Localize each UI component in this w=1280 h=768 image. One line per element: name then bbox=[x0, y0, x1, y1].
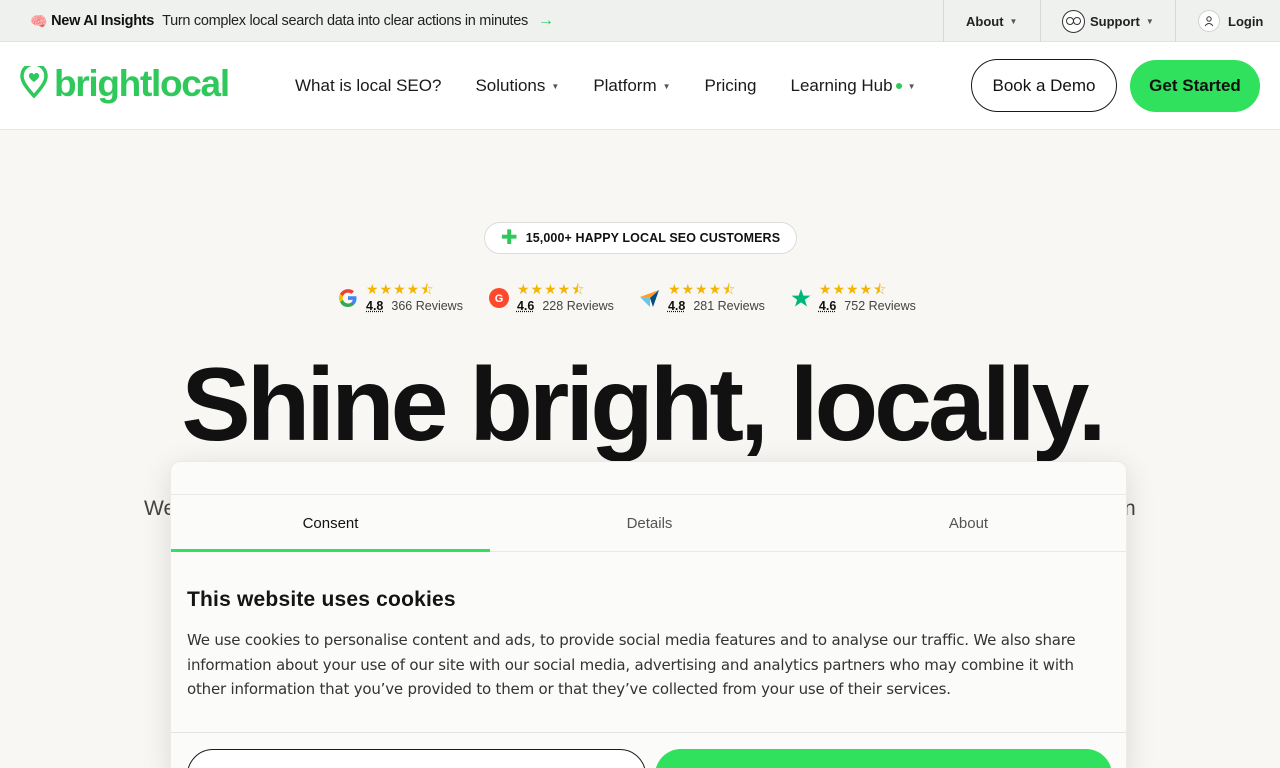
star-rating: ★★★★⯪ bbox=[818, 281, 888, 297]
chevron-down-icon: ▼ bbox=[551, 81, 560, 91]
rating-capterra[interactable]: ★★★★⯪ 4.8 281 Reviews bbox=[638, 281, 765, 315]
announcement-title: New AI Insights bbox=[51, 13, 155, 29]
chevron-down-icon: ▼ bbox=[1145, 16, 1154, 26]
customers-badge-text: 15,000+ HAPPY LOCAL SEO CUSTOMERS bbox=[525, 231, 781, 245]
nav-platform[interactable]: Platform ▼ bbox=[593, 76, 670, 96]
cookie-secondary-button[interactable] bbox=[187, 749, 646, 768]
rating-score: 4.8 bbox=[667, 299, 686, 313]
divider bbox=[171, 732, 1126, 733]
cookie-title: This website uses cookies bbox=[187, 588, 456, 611]
star-rating: ★★★★⯪ bbox=[516, 281, 586, 297]
chevron-down-icon: ▼ bbox=[662, 81, 671, 91]
topnav-login[interactable]: Login bbox=[1175, 0, 1280, 42]
review-count: 752 Reviews bbox=[844, 299, 916, 313]
chevron-down-icon: ▼ bbox=[1009, 16, 1018, 26]
rating-google[interactable]: ★★★★⯪ 4.8 366 Reviews bbox=[336, 281, 463, 315]
announcement-message: Turn complex local search data into clea… bbox=[162, 13, 528, 29]
tab-details[interactable]: Details bbox=[490, 495, 809, 551]
cookie-consent-dialog: Consent Details About This website uses … bbox=[170, 461, 1127, 768]
cookie-tabs: Consent Details About bbox=[171, 494, 1126, 552]
nav-pricing[interactable]: Pricing bbox=[705, 76, 757, 96]
rating-trustpilot[interactable]: ★★★★⯪ 4.6 752 Reviews bbox=[789, 281, 916, 315]
svg-text:G: G bbox=[495, 293, 504, 305]
rating-score: 4.6 bbox=[516, 299, 535, 313]
tab-about[interactable]: About bbox=[809, 495, 1126, 551]
nav-what-is-local-seo[interactable]: What is local SEO? bbox=[295, 76, 441, 96]
logo-wordmark: brightlocal bbox=[54, 63, 230, 104]
nav-label: What is local SEO? bbox=[295, 76, 442, 95]
nav-label: Learning Hub bbox=[790, 76, 893, 95]
nav-label: Solutions bbox=[475, 76, 546, 95]
announcement-bar: 🧠 New AI Insights Turn complex local sea… bbox=[0, 0, 1280, 42]
review-count: 366 Reviews bbox=[391, 299, 463, 313]
star-rating: ★★★★⯪ bbox=[366, 281, 435, 297]
topnav-support[interactable]: Support ▼ bbox=[1040, 0, 1175, 42]
get-started-button[interactable]: Get Started bbox=[1130, 60, 1260, 112]
google-icon bbox=[336, 286, 360, 310]
main-header: brightlocal What is local SEO? Solutions… bbox=[0, 42, 1280, 130]
topnav-about-label: About bbox=[966, 13, 1004, 29]
nav-solutions[interactable]: Solutions ▼ bbox=[475, 76, 559, 96]
star-rating: ★★★★⯪ bbox=[667, 281, 737, 297]
nav-label: Platform bbox=[593, 76, 657, 95]
topnav-about[interactable]: About ▼ bbox=[943, 0, 1040, 42]
user-icon bbox=[1198, 10, 1220, 32]
owl-mascot-icon bbox=[1062, 9, 1085, 33]
map-pin-heart-icon bbox=[20, 61, 48, 103]
arrow-right-icon: → bbox=[537, 12, 554, 29]
review-count: 228 Reviews bbox=[542, 299, 614, 313]
topnav-support-label: Support bbox=[1090, 13, 1140, 29]
main-nav: What is local SEO? Solutions ▼ Platform … bbox=[295, 42, 950, 130]
nav-learning-hub[interactable]: Learning Hub ▼ bbox=[791, 76, 916, 96]
trustpilot-icon bbox=[789, 286, 813, 310]
review-count: 281 Reviews bbox=[693, 299, 765, 313]
cookie-body-text: We use cookies to personalise content an… bbox=[187, 631, 1076, 698]
rating-score: 4.6 bbox=[818, 299, 837, 313]
brain-icon: 🧠 bbox=[30, 12, 48, 29]
hero-headline: Shine bright, locally. bbox=[181, 347, 1106, 463]
capterra-icon bbox=[638, 286, 662, 310]
brightlocal-logo[interactable]: brightlocal bbox=[20, 61, 230, 104]
rating-g2[interactable]: G ★★★★⯪ 4.6 228 Reviews bbox=[487, 281, 614, 315]
nav-label: Pricing bbox=[704, 76, 757, 95]
review-ratings: ★★★★⯪ 4.8 366 Reviews G ★★★★⯪ 4.6 228 Revi… bbox=[336, 278, 916, 318]
chevron-down-icon: ▼ bbox=[907, 81, 916, 91]
announcement-link[interactable]: 🧠 New AI Insights Turn complex local sea… bbox=[30, 0, 554, 42]
cookie-primary-button[interactable] bbox=[655, 749, 1112, 768]
rating-score: 4.8 bbox=[366, 299, 384, 313]
topnav-login-label: Login bbox=[1228, 13, 1264, 29]
book-demo-button[interactable]: Book a Demo bbox=[971, 59, 1117, 112]
customers-badge: ✚ 15,000+ HAPPY LOCAL SEO CUSTOMERS bbox=[484, 222, 797, 254]
new-indicator-dot bbox=[895, 83, 902, 89]
sparkle-icon: ✚ bbox=[500, 227, 518, 249]
g2-icon: G bbox=[487, 286, 511, 310]
tab-consent[interactable]: Consent bbox=[171, 495, 490, 552]
